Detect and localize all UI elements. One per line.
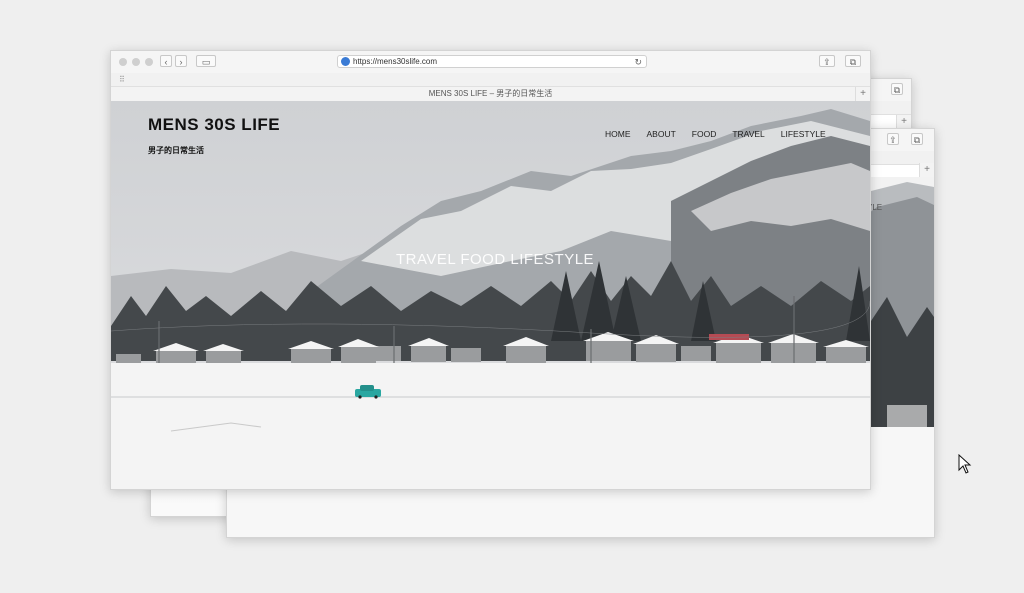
new-tab-button[interactable]: + bbox=[896, 115, 911, 129]
tabs-overview-icon[interactable]: ⧉ bbox=[845, 55, 861, 67]
nav-item-food[interactable]: FOOD bbox=[692, 129, 717, 139]
nav-item-lifestyle[interactable]: LIFESTYLE bbox=[781, 129, 826, 139]
site-title[interactable]: MENS 30S LIFE bbox=[148, 115, 280, 135]
main-navigation: HOME ABOUT FOOD TRAVEL LIFESTYLE bbox=[605, 129, 826, 139]
zoom-window-icon[interactable] bbox=[145, 58, 153, 66]
new-tab-button[interactable]: + bbox=[919, 163, 934, 177]
new-tab-button[interactable]: + bbox=[855, 87, 870, 101]
tab-title[interactable]: MENS 30S LIFE – 男子的日常生活 bbox=[111, 87, 870, 102]
site-subtitle: 男子的日常生活 bbox=[148, 146, 204, 155]
sidebar-icon[interactable]: ▭ bbox=[196, 55, 216, 67]
nav-item-about[interactable]: ABOUT bbox=[647, 129, 676, 139]
browser-toolbar: ‹ › ▭ https://mens30slife.com ↻ ⇪ ⧉ bbox=[111, 51, 870, 74]
nav-item-travel[interactable]: TRAVEL bbox=[732, 129, 764, 139]
minimize-window-icon[interactable] bbox=[132, 58, 140, 66]
bookmarks-bar: ⠿ bbox=[111, 73, 870, 87]
address-bar[interactable]: https://mens30slife.com ↻ bbox=[337, 55, 647, 68]
nav-item-home[interactable]: HOME bbox=[605, 129, 631, 139]
tab-title-text: MENS 30S LIFE – 男子的日常生活 bbox=[428, 89, 553, 98]
close-window-icon[interactable] bbox=[119, 58, 127, 66]
tabs-overview-icon[interactable]: ⧉ bbox=[911, 133, 923, 145]
share-icon[interactable]: ⇪ bbox=[887, 133, 899, 145]
back-button[interactable]: ‹ bbox=[160, 55, 172, 67]
hero-tagline: TRAVEL FOOD LIFESTYLE bbox=[396, 251, 595, 268]
browser-window-front: ‹ › ▭ https://mens30slife.com ↻ ⇪ ⧉ ⠿ ME… bbox=[110, 50, 871, 490]
tabs-overview-icon[interactable]: ⧉ bbox=[891, 83, 903, 95]
forward-button[interactable]: › bbox=[175, 55, 187, 67]
mouse-cursor-icon bbox=[958, 454, 972, 474]
reload-icon[interactable]: ↻ bbox=[634, 56, 642, 68]
hero-image: MENS 30S LIFE 男子的日常生活 HOME ABOUT FOOD TR… bbox=[111, 101, 870, 489]
url-text: https://mens30slife.com bbox=[353, 57, 438, 66]
grid-icon[interactable]: ⠿ bbox=[119, 75, 125, 84]
snow-mountain-landscape bbox=[111, 101, 870, 489]
share-icon[interactable]: ⇪ bbox=[819, 55, 835, 67]
globe-icon bbox=[341, 57, 350, 66]
